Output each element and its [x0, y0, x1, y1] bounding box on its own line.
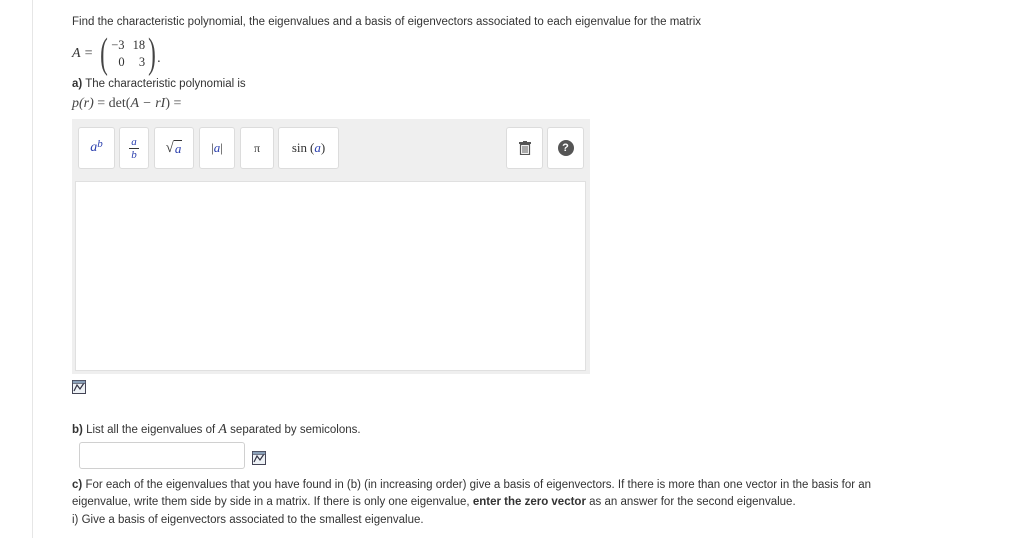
poly-rhs: ) =	[165, 96, 182, 111]
sqrt-icon: √	[165, 139, 174, 156]
matrix-cell: 18	[132, 38, 146, 52]
part-c-bold: enter the zero vector	[472, 496, 586, 508]
left-border	[32, 0, 33, 538]
sin-close-paren: )	[320, 140, 326, 155]
matrix-a: A = ( −3 18 0 3 ) .	[72, 31, 161, 77]
part-c-i-label: i)	[72, 514, 79, 526]
trash-icon	[518, 141, 531, 155]
part-a-text: The characteristic polynomial is	[85, 78, 246, 90]
pi-symbol: π	[253, 140, 261, 155]
left-paren: (	[100, 31, 109, 77]
question-intro: Find the characteristic polynomial, the …	[72, 16, 702, 28]
abs-right-bar: |	[220, 140, 223, 155]
poly-eq: = det(	[97, 96, 131, 111]
matrix-label: A =	[72, 46, 94, 61]
sin-fn: sin	[291, 140, 307, 155]
matrix-cell: 3	[138, 55, 146, 69]
frac-num: a	[131, 135, 137, 148]
eigenvalues-input[interactable]	[79, 442, 245, 469]
characteristic-polynomial-expr: p(r) = det(A − rI) =	[72, 96, 181, 112]
frac-den: b	[131, 148, 137, 161]
preview-icon[interactable]	[72, 380, 86, 394]
poly-arg: A − rI	[130, 96, 166, 111]
pi-button[interactable]: π	[240, 127, 274, 169]
trash-button[interactable]	[506, 127, 543, 169]
answer-preview-icon[interactable]	[252, 451, 266, 465]
part-c-text2: as an answer for the second eigenvalue.	[589, 496, 796, 508]
part-c-i-text: Give a basis of eigenvectors associated …	[81, 514, 424, 526]
abs-button[interactable]: | a |	[199, 127, 235, 169]
fraction-button[interactable]: a b	[119, 127, 149, 169]
part-b-prompt: b) List all the eigenvalues of A separat…	[72, 422, 361, 438]
sin-button[interactable]: sin(a)	[278, 127, 339, 169]
part-c-prompt: c) For each of the eigenvalues that you …	[72, 477, 912, 511]
part-a-prompt: a) The characteristic polynomial is	[72, 78, 246, 90]
matrix-cell: 0	[118, 55, 125, 69]
right-paren: )	[148, 31, 156, 77]
help-icon: ?	[557, 140, 574, 156]
math-toolbar: ab a b √ a | a | π sin(a) ?	[78, 127, 584, 171]
part-a-label: a)	[72, 78, 83, 90]
sqrt-arg: a	[173, 139, 183, 156]
part-b-text-after: separated by semicolons.	[230, 424, 361, 436]
polynomial-answer-area[interactable]	[75, 181, 586, 371]
sqrt-button[interactable]: √ a	[154, 127, 194, 169]
part-b-text-before: List all the eigenvalues of	[86, 424, 216, 436]
math-editor: ab a b √ a | a | π sin(a) ?	[72, 119, 590, 374]
matrix-cell: −3	[111, 38, 125, 52]
part-c-label: c)	[72, 479, 83, 491]
part-b-var: A	[218, 422, 227, 437]
help-button[interactable]: ?	[547, 127, 584, 169]
power-base: a	[90, 140, 98, 155]
part-b-label: b)	[72, 424, 83, 436]
matrix-grid: −3 18 0 3	[111, 38, 145, 70]
power-exp: b	[97, 138, 103, 150]
part-c-i-prompt: i) Give a basis of eigenvectors associat…	[72, 514, 424, 526]
poly-lhs: p(r)	[72, 96, 94, 111]
matrix-period: .	[157, 51, 161, 66]
power-button[interactable]: ab	[78, 127, 115, 169]
